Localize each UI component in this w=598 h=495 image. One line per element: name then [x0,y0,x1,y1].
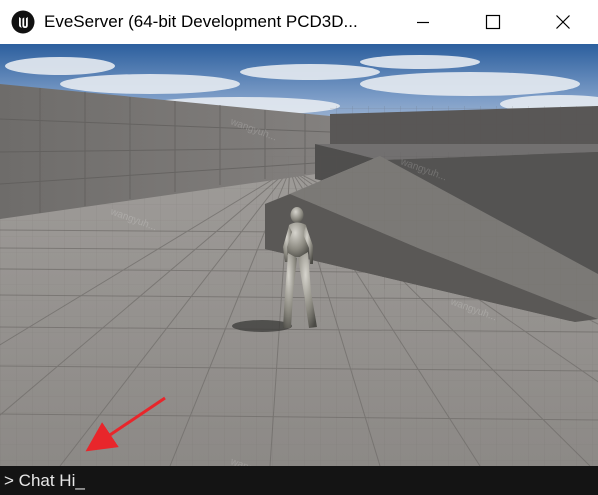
game-window: EveServer (64-bit Development PCD3D... w… [0,0,598,495]
minimize-icon [417,21,429,24]
window-title: EveServer (64-bit Development PCD3D... [44,12,358,31]
maximize-button[interactable] [470,0,516,44]
character-shadow [232,320,292,332]
close-button[interactable] [540,0,586,44]
minimize-button[interactable] [400,0,446,44]
console-bar[interactable]: > Chat Hi_ [0,466,598,495]
close-icon [556,15,570,29]
title-bar[interactable]: EveServer (64-bit Development PCD3D... [0,0,598,44]
game-scene[interactable]: wangyuh... wangyuh... wangyuh... wangyuh… [0,44,598,466]
console-input[interactable]: Chat Hi_ [19,471,85,491]
maximize-icon [485,14,501,30]
console-prompt: > [4,470,14,490]
unreal-engine-logo-icon [11,10,35,34]
game-viewport[interactable]: wangyuh... wangyuh... wangyuh... wangyuh… [0,44,598,466]
